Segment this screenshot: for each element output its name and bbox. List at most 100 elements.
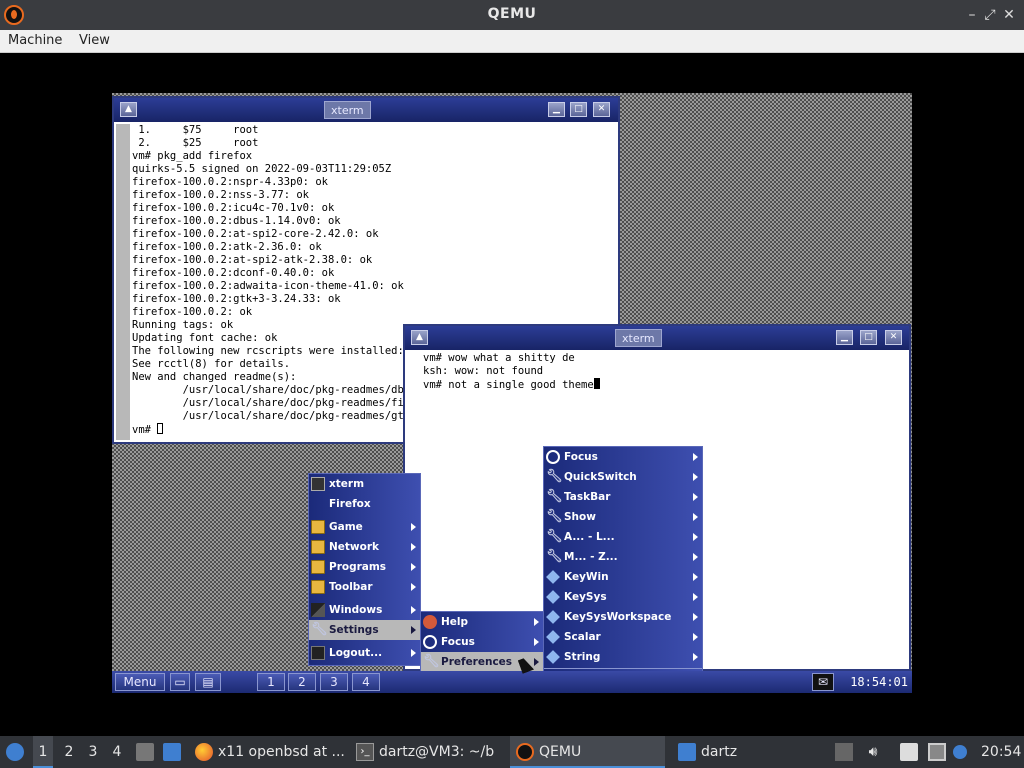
- scrollbar[interactable]: [116, 124, 130, 440]
- menu-separator: [544, 668, 702, 669]
- cursor: [157, 423, 164, 434]
- root-menu-item-network[interactable]: Network: [309, 537, 420, 557]
- xterm-1-titlebar[interactable]: ▲ xterm ▁ □ ✕: [114, 98, 618, 122]
- clipboard-icon[interactable]: [900, 743, 918, 761]
- menu-item-label: Toolbar: [329, 581, 373, 593]
- root-menu-item-game[interactable]: Game: [309, 517, 420, 537]
- close-button[interactable]: ✕: [999, 5, 1019, 25]
- submenu-arrow-icon: [693, 613, 698, 621]
- guest-display[interactable]: ▲ xterm ▁ □ ✕ 1. $75 root 2. $25 root vm#…: [112, 93, 912, 693]
- app-launcher-icon[interactable]: [6, 743, 24, 761]
- menu-machine[interactable]: Machine: [8, 33, 62, 48]
- root-menu-item-xterm[interactable]: xterm: [309, 474, 420, 494]
- minimize-button[interactable]: ▁: [548, 102, 565, 117]
- close-button[interactable]: ✕: [593, 102, 610, 117]
- host-taskbar: 1 2 3 4 x11 openbsd at ... ›_ dartz@VM3:…: [0, 736, 1024, 768]
- terminal-line: vm# wow what a shitty de: [423, 352, 575, 364]
- minimize-button[interactable]: –: [962, 5, 982, 25]
- preferences-menu-item-m-z[interactable]: 🔧︎ M... - Z...: [544, 547, 702, 567]
- menu-button[interactable]: Menu: [115, 673, 165, 691]
- display-icon[interactable]: [928, 743, 946, 761]
- volume-icon[interactable]: 🔊︎: [864, 736, 882, 768]
- submenu-arrow-icon: [411, 563, 416, 571]
- diamond-icon: [546, 610, 560, 624]
- file-manager-icon[interactable]: [136, 743, 154, 761]
- preferences-menu-item-taskbar[interactable]: 🔧︎ TaskBar: [544, 487, 702, 507]
- mail-icon[interactable]: ✉: [812, 673, 834, 691]
- workspace-3-button[interactable]: 3: [320, 673, 348, 691]
- settings-menu-item-help[interactable]: Help: [421, 612, 543, 632]
- workspace-2-button[interactable]: 2: [288, 673, 316, 691]
- maximize-button[interactable]: □: [860, 330, 877, 345]
- root-menu-item-logout[interactable]: Logout...: [309, 643, 420, 663]
- task-terminal[interactable]: dartz@VM3: ~/b: [379, 736, 494, 768]
- workspace-4[interactable]: 4: [109, 736, 125, 768]
- preferences-menu-item-keywin[interactable]: KeyWin: [544, 567, 702, 587]
- host-clock: 20:54: [981, 744, 1022, 760]
- help-icon: [423, 615, 437, 629]
- preferences-submenu[interactable]: Focus 🔧︎ QuickSwitch 🔧︎ TaskBar 🔧︎ Show 🔧︎ A... …: [543, 446, 703, 691]
- menu-item-label: Focus: [564, 451, 598, 463]
- logout-icon: [311, 646, 325, 660]
- minimize-button[interactable]: ▁: [836, 330, 853, 345]
- show-desktop-button[interactable]: ▭: [170, 673, 190, 691]
- preferences-menu-item-show[interactable]: 🔧︎ Show: [544, 507, 702, 527]
- window-list-button[interactable]: ▤: [195, 673, 221, 691]
- maximize-button[interactable]: □: [570, 102, 587, 117]
- preferences-menu-item-string[interactable]: String: [544, 647, 702, 667]
- menu-item-label: Network: [329, 541, 380, 553]
- root-menu-item-toolbar[interactable]: Toolbar: [309, 577, 420, 597]
- terminal-line: firefox-100.0.2:atk-2.36.0: ok: [132, 241, 322, 253]
- workspace-2[interactable]: 2: [61, 736, 77, 768]
- menu-item-label: TaskBar: [564, 491, 611, 503]
- info-icon[interactable]: [953, 745, 967, 759]
- wrench-icon: 🔧︎: [423, 654, 440, 669]
- window-menu-button[interactable]: ▲: [411, 330, 428, 345]
- xterm-2-titlebar[interactable]: ▲ xterm ▁ □ ✕: [405, 326, 909, 350]
- tray-updates-icon[interactable]: [835, 743, 853, 761]
- workspace-1-button[interactable]: 1: [257, 673, 285, 691]
- workspace-3[interactable]: 3: [85, 736, 101, 768]
- preferences-menu-item-quickswitch[interactable]: 🔧︎ QuickSwitch: [544, 467, 702, 487]
- settings-menu-item-focus[interactable]: Focus: [421, 632, 543, 652]
- task-qemu[interactable]: QEMU: [539, 736, 581, 768]
- wrench-icon: 🔧︎: [311, 622, 328, 637]
- window-menu-button[interactable]: ▲: [120, 102, 137, 117]
- task-dartz[interactable]: dartz: [701, 736, 737, 768]
- submenu-arrow-icon: [693, 493, 698, 501]
- submenu-arrow-icon: [411, 606, 416, 614]
- window-title: QEMU: [487, 6, 537, 22]
- submenu-arrow-icon: [693, 453, 698, 461]
- restore-button[interactable]: ⤢: [980, 5, 1000, 25]
- submenu-arrow-icon: [411, 523, 416, 531]
- root-menu-item-settings[interactable]: 🔧︎ Settings: [309, 620, 420, 640]
- task-firefox[interactable]: x11 openbsd at ...: [218, 736, 345, 768]
- close-button[interactable]: ✕: [885, 330, 902, 345]
- root-menu-item-programs[interactable]: Programs: [309, 557, 420, 577]
- terminal-line: firefox-100.0.2:at-spi2-core-2.42.0: ok: [132, 228, 379, 240]
- preferences-menu-item-keysysworkspace[interactable]: KeySysWorkspace: [544, 607, 702, 627]
- target-icon: [423, 635, 437, 649]
- root-menu-item-windows[interactable]: Windows: [309, 600, 420, 620]
- menu-item-label: Programs: [329, 561, 387, 573]
- menu-item-label: M... - Z...: [564, 551, 618, 563]
- terminal-line: firefox-100.0.2:nss-3.77: ok: [132, 189, 310, 201]
- terminal-prompt: vm# not a single good theme: [407, 378, 907, 392]
- preferences-menu-item-scalar[interactable]: Scalar: [544, 627, 702, 647]
- target-icon: [546, 450, 560, 464]
- preferences-menu-item-a-l[interactable]: 🔧︎ A... - L...: [544, 527, 702, 547]
- desktop-icon[interactable]: [163, 743, 181, 761]
- root-menu[interactable]: xterm Firefox Game Network Programs Toolbar Wi…: [308, 473, 421, 666]
- menu-item-label: Firefox: [329, 498, 371, 510]
- guest-clock: 18:54:01: [850, 675, 908, 689]
- terminal-line: firefox-100.0.2:gtk+3-3.24.33: ok: [132, 293, 341, 305]
- preferences-menu-item-focus[interactable]: Focus: [544, 447, 702, 467]
- preferences-menu-item-keysys[interactable]: KeySys: [544, 587, 702, 607]
- cursor: [593, 378, 600, 389]
- workspace-4-button[interactable]: 4: [352, 673, 380, 691]
- root-menu-item-firefox[interactable]: Firefox: [309, 494, 420, 514]
- submenu-arrow-icon: [693, 573, 698, 581]
- workspace-1[interactable]: 1: [33, 736, 53, 768]
- submenu-arrow-icon: [411, 649, 416, 657]
- menu-view[interactable]: View: [79, 33, 110, 48]
